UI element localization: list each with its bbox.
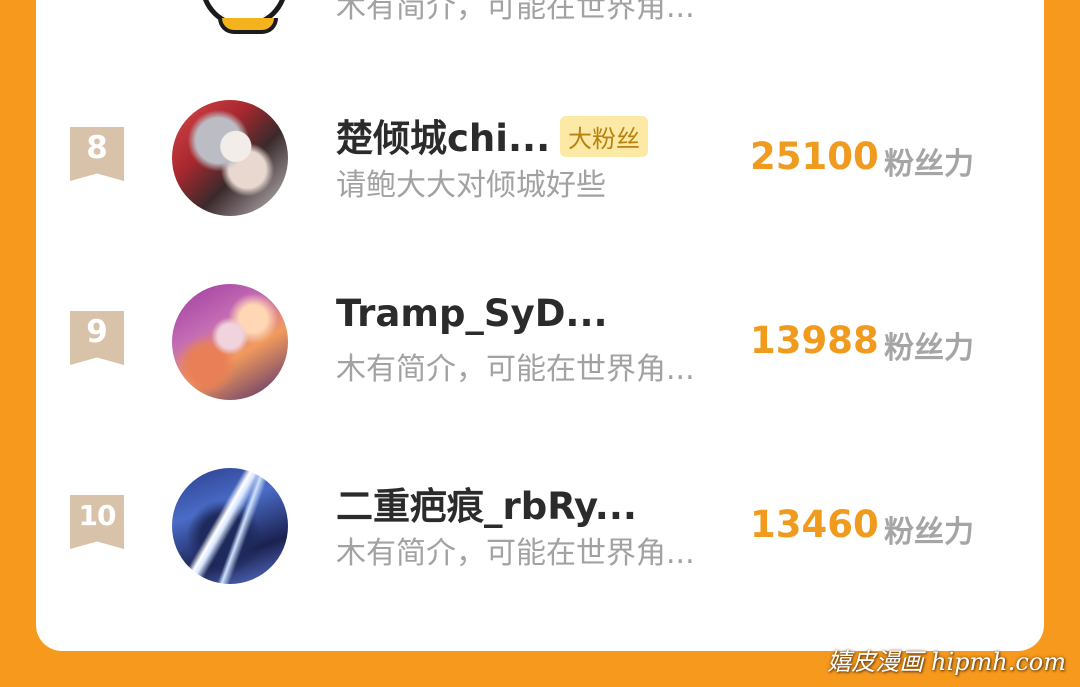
fan-score: 25100 [750, 135, 879, 178]
user-bio: 请鲍大大对倾城好些 [336, 168, 606, 203]
avatar[interactable] [172, 284, 288, 400]
fan-level-badge: 大粉丝 [560, 116, 648, 157]
list-item[interactable]: 8 楚倾城chi... 大粉丝 请鲍大大对倾城好些 25100 粉丝力 [36, 100, 1044, 230]
avatar[interactable] [172, 100, 288, 216]
ranking-card: 木有简介，可能在世界角... 8 楚倾城chi... 大粉丝 请鲍大大对倾城好些… [36, 0, 1044, 651]
list-item[interactable]: 木有简介，可能在世界角... [36, 0, 1044, 34]
rank-ribbon-icon: 9 [70, 311, 124, 365]
user-bio: 木有简介，可能在世界角... [336, 536, 695, 571]
rank-ribbon-icon: 10 [70, 495, 124, 549]
rank-ribbon-icon: 8 [70, 127, 124, 181]
user-name[interactable]: Tramp_SyD... [336, 292, 608, 335]
penguin-beak-shape [218, 18, 278, 34]
user-name[interactable]: 二重疤痕_rbRy... [336, 476, 637, 530]
rank-number: 9 [86, 314, 108, 350]
avatar[interactable] [172, 468, 288, 584]
user-bio: 木有简介，可能在世界角... [336, 352, 695, 387]
user-bio: 木有简介，可能在世界角... [336, 0, 695, 25]
user-name[interactable]: 楚倾城chi... [336, 108, 550, 162]
fan-score-unit: 粉丝力 [884, 515, 974, 550]
fan-score-unit: 粉丝力 [884, 331, 974, 366]
avatar[interactable] [188, 0, 304, 46]
fan-score: 13988 [750, 319, 879, 362]
rank-number: 10 [78, 499, 117, 532]
list-item[interactable]: 9 Tramp_SyD... 木有简介，可能在世界角... 13988 粉丝力 [36, 284, 1044, 414]
site-watermark: 嬉皮漫画 hipmh.com [827, 648, 1066, 676]
rank-number: 8 [86, 130, 108, 166]
list-item[interactable]: 10 二重疤痕_rbRy... 木有简介，可能在世界角... 13460 粉丝力 [36, 468, 1044, 598]
fan-score: 13460 [750, 503, 879, 546]
fan-score-unit: 粉丝力 [884, 147, 974, 182]
